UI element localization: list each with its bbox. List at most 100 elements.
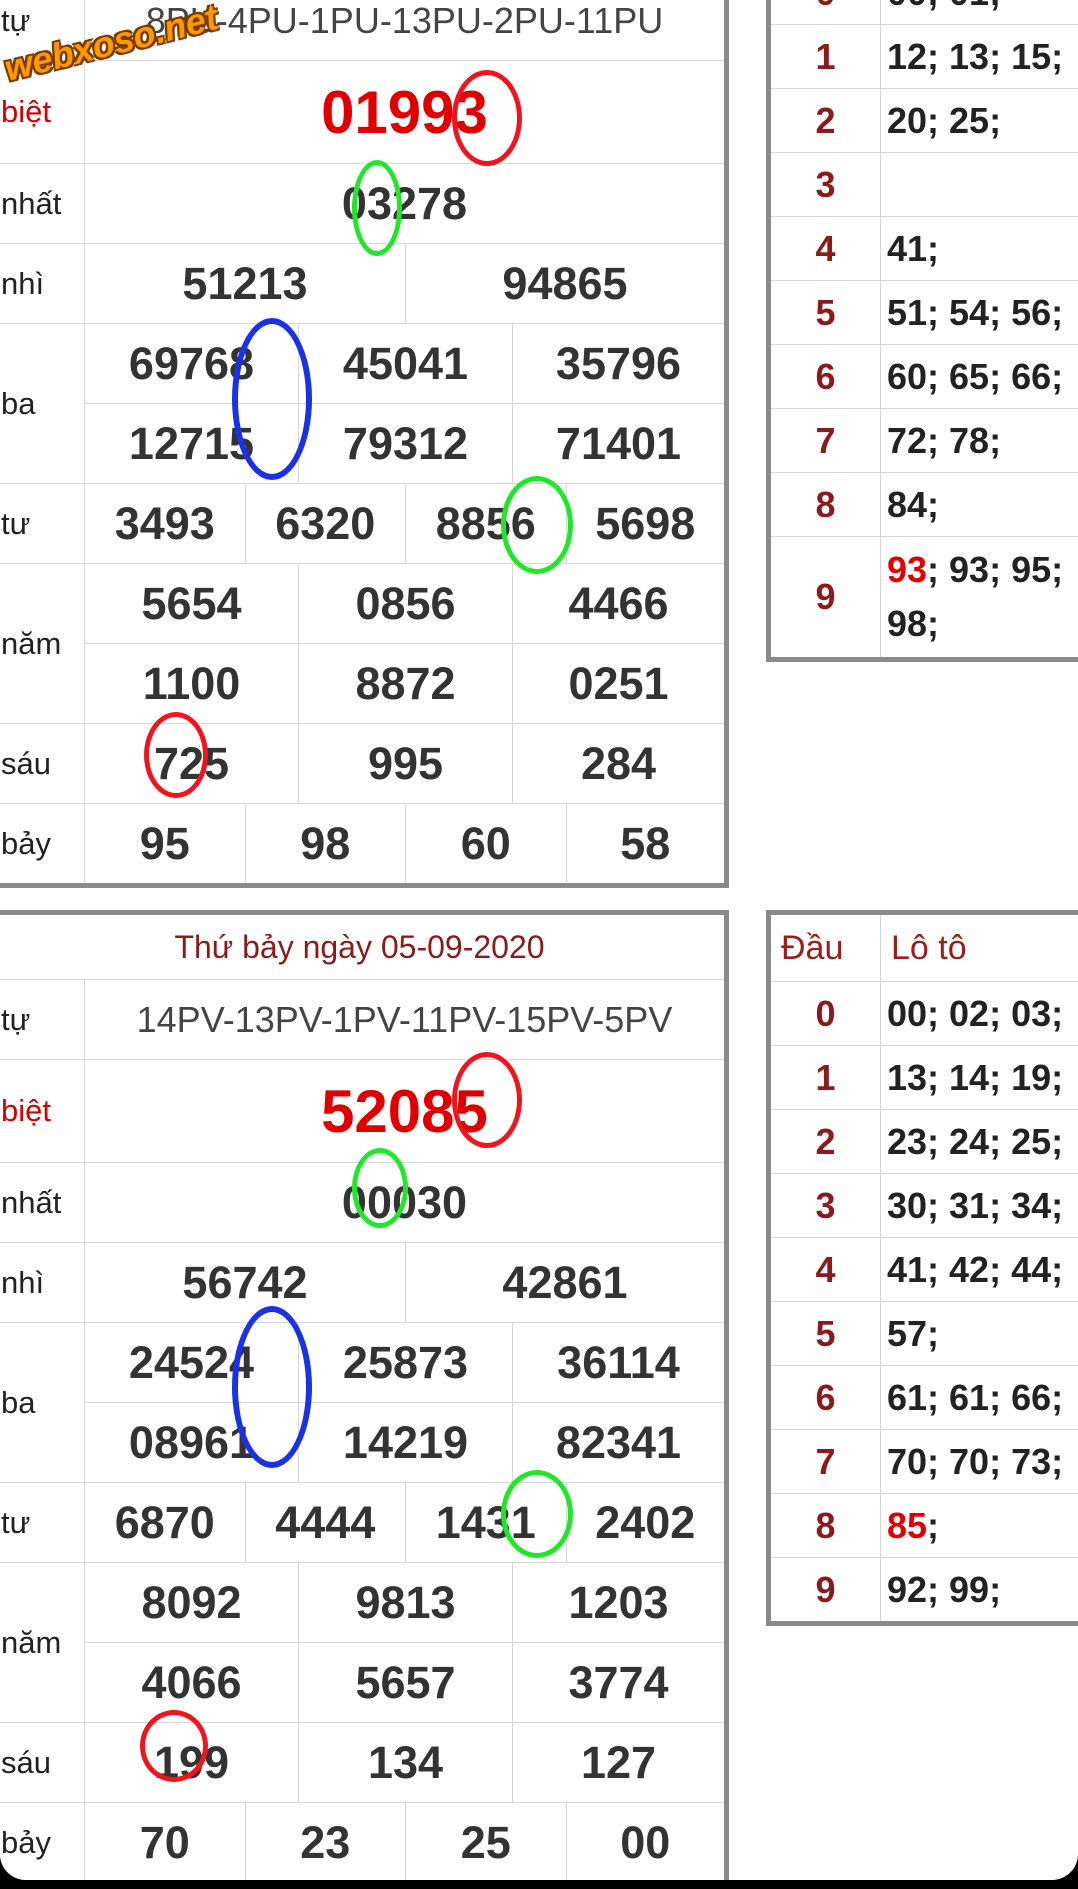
loto-values: 00; 01; <box>880 0 1078 25</box>
loto-head-digit: 8 <box>768 472 881 537</box>
loto-head-digit: 0 <box>768 0 881 25</box>
loto-text: 72; 78; <box>887 419 1002 461</box>
prize-number: 4466 <box>512 563 727 644</box>
prize-number: 12715 <box>84 403 299 484</box>
prize-number: 60 <box>405 803 567 886</box>
draw-date: Thứ bảy ngày 05-09-2020 <box>0 912 727 980</box>
loto-row: 7 72; 78; <box>768 408 1078 473</box>
prize-number: 25873 <box>298 1322 513 1403</box>
loto-head-digit: 0 <box>768 981 881 1046</box>
prize-number: 71401 <box>512 403 727 484</box>
prize-number: 5654 <box>84 563 299 644</box>
loto-head-digit: 4 <box>768 1237 881 1302</box>
loto-row: 7 70; 70; 73; <box>768 1429 1078 1494</box>
loto-values: 57; <box>880 1301 1078 1366</box>
loto-values: 20; 25; <box>880 88 1078 153</box>
loto-row: 5 51; 54; 56; <box>768 280 1078 345</box>
loto-text: 70; 70; 73; <box>887 1440 1064 1482</box>
prize-number: 79312 <box>298 403 513 484</box>
loto-row: 9 92; 99; <box>768 1557 1078 1624</box>
loto-highlight: 93 <box>887 549 928 590</box>
prize-number: 725 <box>84 723 299 804</box>
loto-head-digit: 7 <box>768 1429 881 1494</box>
prize-number: 5657 <box>298 1642 513 1723</box>
loto-head-digit: 3 <box>768 152 881 217</box>
fourth-prize-label: tư <box>0 1482 85 1563</box>
prize-number: 36114 <box>512 1322 727 1403</box>
prize-number: 0856 <box>298 563 513 644</box>
loto-head-digit: 5 <box>768 280 881 345</box>
loto-text: 30; 31; 34; <box>887 1184 1064 1226</box>
loto-text: 92; 99; <box>887 1568 1002 1610</box>
prize-number: 14219 <box>298 1402 513 1483</box>
loto-header-dau: Đầu <box>768 912 881 982</box>
loto-head-digit: 9 <box>768 536 881 660</box>
loto-row: 5 57; <box>768 1301 1078 1366</box>
loto-row: 2 20; 25; <box>768 88 1078 153</box>
prize-number: 4066 <box>84 1642 299 1723</box>
loto-row: 6 61; 61; 66; <box>768 1365 1078 1430</box>
prize-number: 995 <box>298 723 513 804</box>
prize-number: 8856 <box>405 483 567 564</box>
seventh-prize-label: bảy <box>0 1802 85 1880</box>
loto-values: 23; 24; 25; <box>880 1109 1078 1174</box>
prize-number: 9813 <box>298 1562 513 1643</box>
prize-number: 8092 <box>84 1562 299 1643</box>
prize-number: 127 <box>512 1722 727 1803</box>
loto-text: 13; 14; 19; <box>887 1056 1064 1098</box>
loto-values: 13; 14; 19; <box>880 1045 1078 1110</box>
loto-table-1: 000; 01;112; 13; 15;220; 25;3441;551; 54… <box>766 0 1078 662</box>
loto-head-digit: 6 <box>768 344 881 409</box>
loto-row: 1 13; 14; 19; <box>768 1045 1078 1110</box>
loto-row: 4 41; <box>768 216 1078 281</box>
fifth-prize-label: năm <box>0 563 85 724</box>
prize-number: 8872 <box>298 643 513 724</box>
prize-number: 58 <box>565 803 727 886</box>
prize-number: 3493 <box>84 483 246 564</box>
prize-number: 284 <box>512 723 727 804</box>
loto-text: 61; 61; 66; <box>887 1376 1064 1418</box>
prize-number: 08961 <box>84 1402 299 1483</box>
loto-head-digit: 1 <box>768 1045 881 1110</box>
loto-values: 30; 31; 34; <box>880 1173 1078 1238</box>
loto-text: 60; 65; 66; <box>887 355 1064 397</box>
fifth-prize-label: năm <box>0 1562 85 1723</box>
prize-number: 6320 <box>244 483 406 564</box>
first-prize-value: 03278 <box>84 163 727 244</box>
prize-number: 3774 <box>512 1642 727 1723</box>
loto-head-digit: 9 <box>768 1557 881 1624</box>
loto-values: 72; 78; <box>880 408 1078 473</box>
prize-number: 1431 <box>405 1482 567 1563</box>
first-prize-label: nhất <box>0 1162 85 1243</box>
loto-row: 9 93; 93; 95; 98; <box>768 536 1078 660</box>
code-label: tự <box>0 979 85 1060</box>
loto-values: 70; 70; 73; <box>880 1429 1078 1494</box>
fourth-prize-label: tư <box>0 483 85 564</box>
loto-text: ; <box>927 1504 940 1546</box>
special-prize-label: biệt <box>0 1059 85 1163</box>
prize-number: 56742 <box>84 1242 406 1323</box>
loto-values: 41; <box>880 216 1078 281</box>
loto-row: 3 30; 31; 34; <box>768 1173 1078 1238</box>
loto-row: 2 23; 24; 25; <box>768 1109 1078 1174</box>
prize-number: 2402 <box>565 1482 727 1563</box>
loto-row: 3 <box>768 152 1078 217</box>
loto-values: 60; 65; 66; <box>880 344 1078 409</box>
special-prize-value: 01993 <box>84 60 727 164</box>
second-prize-label: nhì <box>0 1242 85 1323</box>
loto-head-digit: 5 <box>768 1301 881 1366</box>
prize-number: 1203 <box>512 1562 727 1643</box>
loto-row: 8 84; <box>768 472 1078 537</box>
loto-values: 84; <box>880 472 1078 537</box>
loto-row: 6 60; 65; 66; <box>768 344 1078 409</box>
loto-values: 00; 02; 03; <box>880 981 1078 1046</box>
prize-number: 23 <box>244 1802 406 1880</box>
loto-values: 92; 99; <box>880 1557 1078 1624</box>
loto-text: 00; 02; 03; <box>887 992 1064 1034</box>
screen: tự 8PU-4PU-1PU-13PU-2PU-11PU biệt 01993 … <box>0 0 1078 1880</box>
loto-head-digit: 6 <box>768 1365 881 1430</box>
loto-values: 93; 93; 95; 98; <box>880 536 1078 660</box>
special-prize-value: 52085 <box>84 1059 727 1163</box>
prize-number: 69768 <box>84 323 299 404</box>
prize-number: 45041 <box>298 323 513 404</box>
